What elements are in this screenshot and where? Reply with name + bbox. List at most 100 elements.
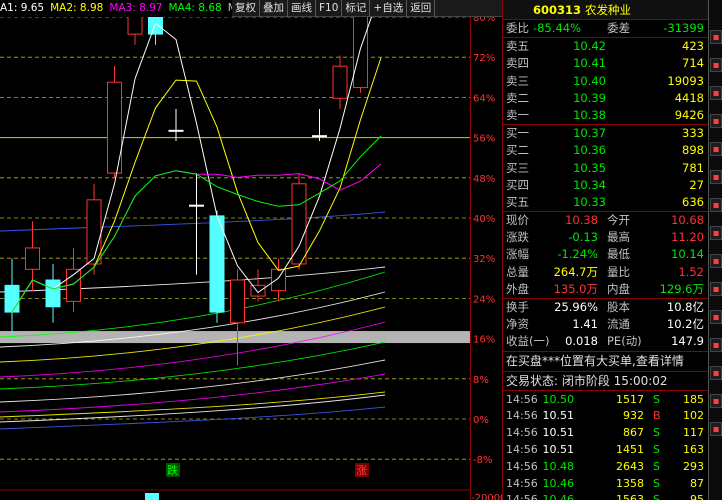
candle-body[interactable] bbox=[148, 17, 163, 35]
overlay-button[interactable]: 叠加 bbox=[260, 0, 288, 17]
candle-body[interactable] bbox=[312, 135, 327, 138]
trade-volume: 1517 bbox=[616, 392, 644, 406]
side-tool-icon[interactable]: ▪ bbox=[710, 366, 722, 380]
back-button[interactable]: 返回 bbox=[407, 0, 436, 17]
moving-average-line bbox=[0, 359, 386, 403]
quote-label: 总量 bbox=[506, 264, 529, 279]
side-tool-icon[interactable]: ▪ bbox=[710, 226, 722, 240]
stat-row: 换手 25.96% 股本 10.8亿 bbox=[503, 299, 708, 316]
candle-body[interactable] bbox=[332, 65, 348, 99]
moving-average-line bbox=[0, 341, 386, 390]
buy-order-label: 买四 bbox=[506, 177, 529, 192]
trade-direction: S bbox=[653, 459, 660, 473]
quote-row: 现价 10.38 今开 10.68 bbox=[503, 212, 708, 229]
add-watchlist-button[interactable]: +自选 bbox=[370, 0, 408, 17]
candle-body[interactable] bbox=[250, 284, 266, 297]
side-tool-icon[interactable]: ▪ bbox=[710, 338, 722, 352]
sell-order-label: 卖二 bbox=[506, 90, 529, 105]
side-tool-icon[interactable]: ▪ bbox=[710, 86, 722, 100]
trade-direction: S bbox=[653, 442, 660, 456]
stat-value: 1.41 bbox=[572, 317, 598, 332]
side-tool-icon[interactable]: ▪ bbox=[710, 394, 722, 408]
stock-name: 农发种业 bbox=[585, 2, 632, 17]
quote-panel: 600313 农发种业 委比 -85.44% 委差 -31399 卖五 10.42… bbox=[502, 0, 708, 500]
buy-order-price: 10.34 bbox=[573, 177, 606, 192]
buy-order-price: 10.33 bbox=[573, 194, 606, 209]
side-tool-icon[interactable]: ▪ bbox=[710, 198, 722, 212]
sell-orders: 卖五 10.42 423 卖四 10.41 714 卖三 10.40 19093 卖二 10.39 4… bbox=[503, 37, 708, 124]
buy-order-row[interactable]: 买三 10.35 781 bbox=[503, 160, 708, 177]
scale-tick-label: 56% bbox=[473, 134, 495, 145]
trade-price: 10.51 bbox=[542, 426, 575, 440]
quote-value: 10.38 bbox=[565, 213, 598, 228]
candle-body[interactable] bbox=[25, 247, 40, 270]
sell-order-row[interactable]: 卖二 10.39 4418 bbox=[503, 90, 708, 107]
stock-header: 600313 农发种业 bbox=[503, 0, 708, 20]
trade-count: 185 bbox=[683, 392, 704, 406]
buy-order-row[interactable]: 买五 10.33 636 bbox=[503, 194, 708, 211]
order-ratio-value: -85.44% bbox=[533, 21, 581, 35]
stat-value: 147.9 bbox=[671, 334, 704, 349]
order-ratio-label: 委比 bbox=[506, 21, 529, 35]
big-order-notice[interactable]: 在买盘***位置有大买单,查看详情 bbox=[503, 352, 708, 371]
quote-label: 涨幅 bbox=[506, 247, 529, 262]
side-tool-icon[interactable]: ▪ bbox=[710, 142, 722, 156]
f10-button[interactable]: F10 bbox=[316, 0, 343, 17]
candle-body[interactable] bbox=[209, 215, 225, 313]
side-tool-icon[interactable]: ▪ bbox=[710, 422, 722, 436]
chart-toolbar: 复权 叠加 画线 F10 标记 +自选 返回 bbox=[232, 0, 502, 17]
sell-order-label: 卖一 bbox=[506, 107, 529, 122]
moving-average-line bbox=[0, 373, 386, 413]
scale-tick-label: 0% bbox=[473, 415, 489, 426]
candle-body[interactable] bbox=[353, 17, 368, 89]
stats-block: 换手 25.96% 股本 10.8亿 净资 1.41 流通 10.2亿 收益(一) 0.018 PE… bbox=[503, 298, 708, 351]
sell-order-volume: 9426 bbox=[674, 107, 704, 122]
scale-tick-label: 40% bbox=[473, 214, 495, 225]
side-tool-icon[interactable]: ▪ bbox=[710, 30, 722, 44]
sell-order-row[interactable]: 卖四 10.41 714 bbox=[503, 55, 708, 72]
candle-body[interactable] bbox=[291, 183, 307, 265]
side-tool-icon[interactable]: ▪ bbox=[710, 310, 722, 324]
ma-value-0: A1: 9.65 bbox=[0, 2, 45, 14]
candle-body[interactable] bbox=[127, 17, 143, 35]
sell-order-row[interactable]: 卖五 10.42 423 bbox=[503, 38, 708, 55]
buy-order-volume: 27 bbox=[689, 177, 704, 192]
stat-label: 换手 bbox=[506, 300, 529, 314]
tick-trades-list[interactable]: 14:56 10.50 1517 S 185 14:56 10.51 932 B 102 14:56… bbox=[503, 389, 708, 500]
side-tool-icon[interactable]: ▪ bbox=[710, 170, 722, 184]
quote-row: 涨跌 -0.13 最高 11.20 bbox=[503, 229, 708, 246]
mark-button[interactable]: 标记 bbox=[342, 0, 371, 17]
scale-tick-label: 64% bbox=[473, 93, 495, 104]
candle-body[interactable] bbox=[86, 199, 102, 265]
buy-order-price: 10.36 bbox=[573, 143, 606, 158]
candle-body[interactable] bbox=[271, 268, 286, 292]
candle-body[interactable] bbox=[168, 129, 184, 132]
draw-line-button[interactable]: 画线 bbox=[288, 0, 316, 17]
quote-label: 内盘 bbox=[607, 281, 630, 296]
candle-body[interactable] bbox=[230, 279, 245, 324]
quote-value: 11.20 bbox=[671, 230, 704, 245]
candle-body[interactable] bbox=[4, 284, 20, 313]
candle-body[interactable] bbox=[189, 204, 204, 207]
restore-rights-button[interactable]: 复权 bbox=[232, 0, 260, 17]
buy-order-price: 10.37 bbox=[573, 126, 606, 141]
candle-body[interactable] bbox=[45, 279, 61, 308]
side-tool-icon[interactable]: ▪ bbox=[710, 254, 722, 268]
up-marker: 涨 bbox=[356, 464, 367, 477]
moving-average-bar: A1: 9.65MA2: 8.98MA3: 8.97MA4: 8.68MA5: … bbox=[0, 0, 232, 17]
buy-order-volume: 636 bbox=[682, 194, 704, 209]
trade-volume: 1451 bbox=[616, 442, 644, 456]
side-tool-icon[interactable]: ▪ bbox=[710, 282, 722, 296]
trade-price: 10.50 bbox=[542, 392, 575, 406]
buy-order-row[interactable]: 买二 10.36 898 bbox=[503, 142, 708, 159]
trade-direction: B bbox=[653, 409, 661, 423]
sell-order-row[interactable]: 卖三 10.40 19093 bbox=[503, 73, 708, 90]
trade-price: 10.51 bbox=[542, 442, 575, 456]
kline-chart[interactable]: ←11.70跌涨 bbox=[0, 17, 470, 500]
buy-order-row[interactable]: 买四 10.34 27 bbox=[503, 177, 708, 194]
side-tool-icon[interactable]: ▪ bbox=[710, 114, 722, 128]
buy-order-row[interactable]: 买一 10.37 333 bbox=[503, 125, 708, 142]
side-tool-icon[interactable]: ▪ bbox=[710, 58, 722, 72]
sell-order-row[interactable]: 卖一 10.38 9426 bbox=[503, 107, 708, 124]
scale-tick-label: -8% bbox=[473, 455, 492, 466]
